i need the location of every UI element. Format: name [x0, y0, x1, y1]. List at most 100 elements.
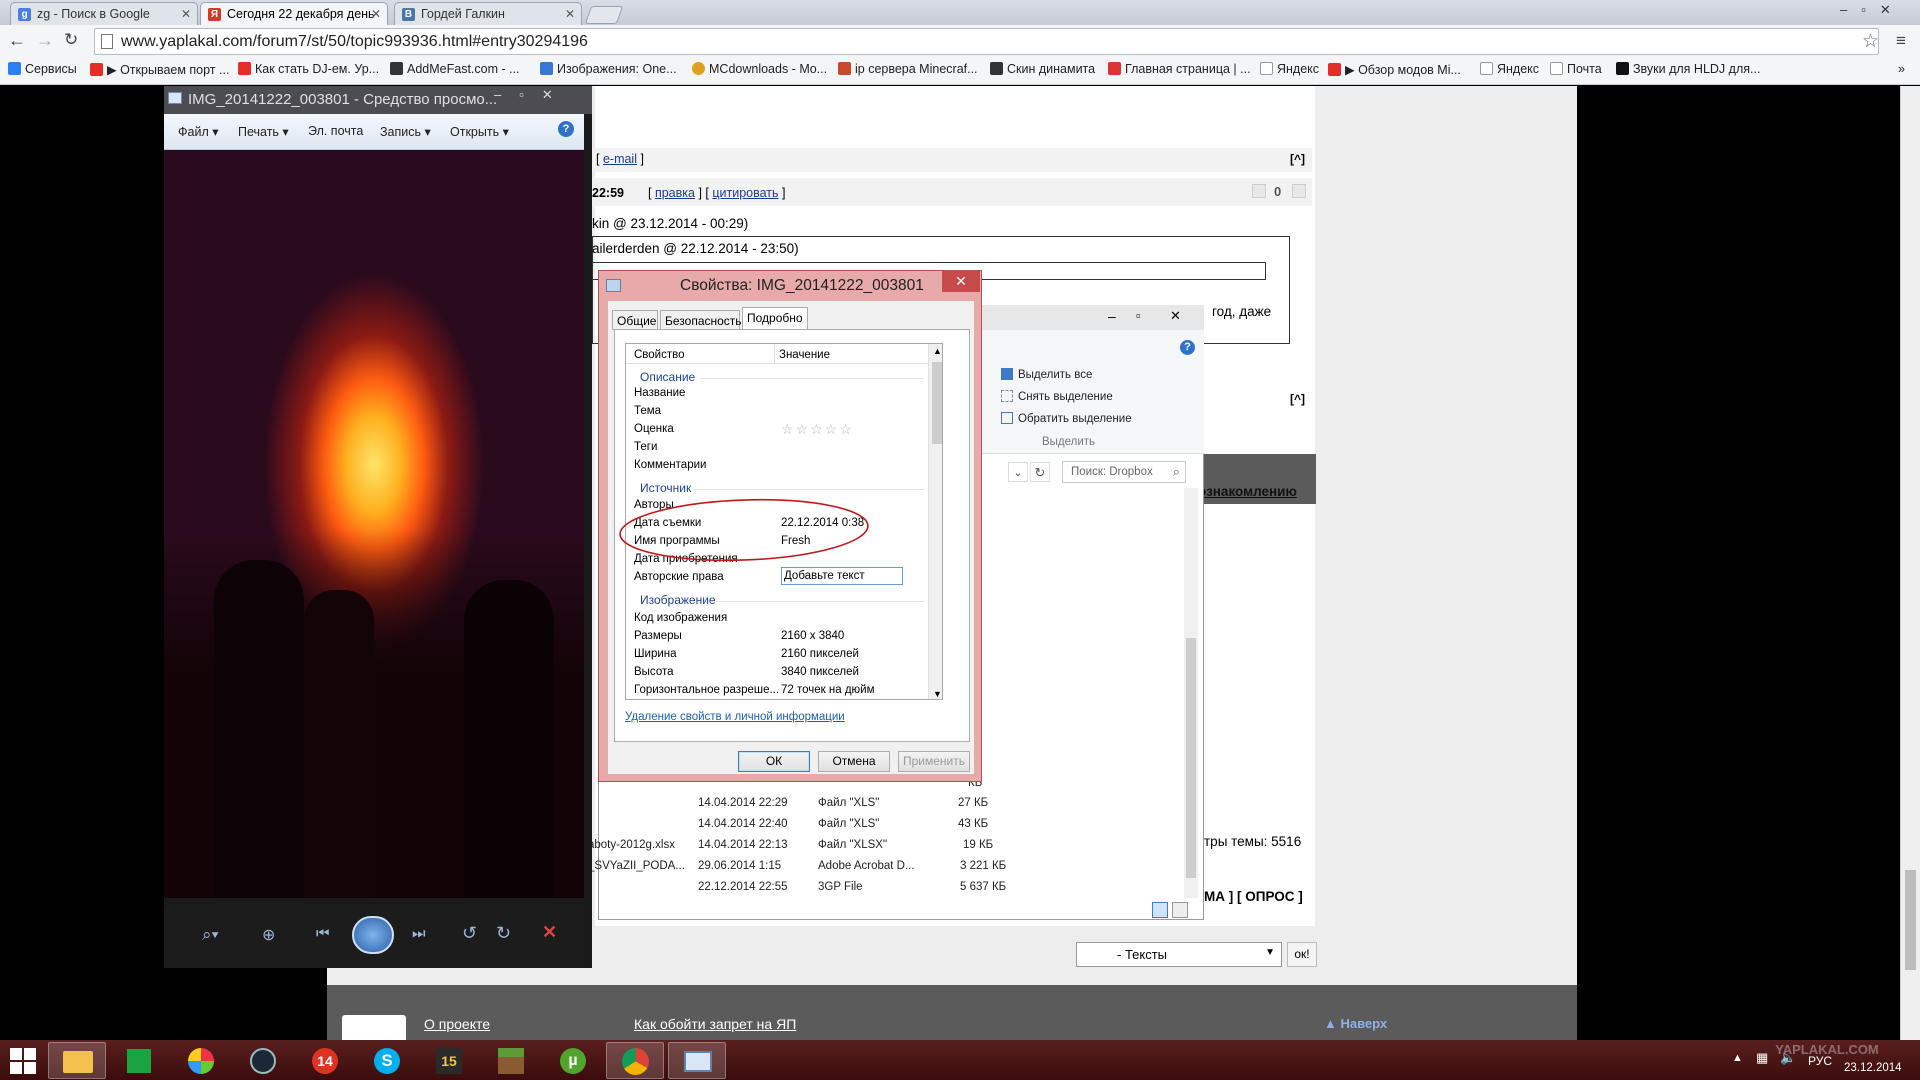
- select-all-button[interactable]: Выделить все: [1001, 368, 1092, 381]
- start-button[interactable]: [10, 1048, 36, 1074]
- viewer-window-controls[interactable]: –▫✕: [494, 87, 592, 107]
- back-icon[interactable]: ←: [8, 30, 26, 51]
- rotate-left-icon[interactable]: ↺: [462, 923, 477, 944]
- close-tab-icon[interactable]: ✕: [181, 7, 191, 21]
- rating-down-icon[interactable]: [1252, 184, 1266, 198]
- menu-burn[interactable]: Запись ▾: [380, 124, 431, 139]
- utorrent-icon[interactable]: µ: [544, 1042, 602, 1079]
- bookmark[interactable]: AddMeFast.com - ...: [390, 62, 520, 76]
- bookmark[interactable]: ▶ Открываем порт ...: [90, 62, 229, 77]
- tab-google[interactable]: g zg - Поиск в Google ✕: [10, 2, 198, 25]
- zoom-icon[interactable]: ⌕▾: [202, 925, 219, 945]
- tab-general[interactable]: Общие: [612, 310, 658, 330]
- refresh-icon[interactable]: ↻: [1030, 462, 1050, 482]
- scroll-thumb[interactable]: [1905, 870, 1916, 970]
- prop-height[interactable]: Высота: [634, 666, 674, 678]
- bookmark[interactable]: Яндекс: [1480, 62, 1539, 76]
- prop-rating[interactable]: Оценка: [634, 423, 674, 435]
- copyright-input[interactable]: Добавьте текст: [781, 567, 903, 585]
- next-icon[interactable]: ⏭: [412, 925, 426, 942]
- prop-tags[interactable]: Теги: [634, 441, 657, 453]
- prop-title[interactable]: Название: [634, 387, 685, 399]
- prop-horizontal-resolution[interactable]: Горизонтальное разреше...: [634, 684, 779, 696]
- slideshow-button[interactable]: [352, 916, 394, 954]
- scroll-up-icon[interactable]: ▲: [933, 346, 942, 356]
- app-14-icon[interactable]: 14: [296, 1042, 354, 1079]
- bookmark[interactable]: MCdownloads - Mo...: [692, 62, 827, 76]
- menu-icon[interactable]: ≡: [1896, 31, 1906, 51]
- remove-properties-link[interactable]: Удаление свойств и личной информации: [625, 711, 845, 723]
- grid-scrollbar[interactable]: ▲ ▼: [928, 344, 942, 699]
- page-scrollbar[interactable]: [1900, 86, 1920, 1040]
- bookmark[interactable]: Как стать DJ-ем. Ур...: [238, 62, 379, 76]
- prop-copyright[interactable]: Авторские права: [634, 571, 724, 583]
- file-explorer-icon[interactable]: [48, 1042, 106, 1079]
- bookmark[interactable]: Главная страница | ...: [1108, 62, 1251, 76]
- search-input[interactable]: Поиск: Dropbox ⌕: [1062, 461, 1186, 483]
- bookmark[interactable]: Изображения: One...: [540, 62, 677, 76]
- bookmark[interactable]: Яндекс: [1260, 62, 1319, 76]
- scroll-down-icon[interactable]: ▼: [933, 689, 942, 699]
- email-link[interactable]: e-mail: [603, 152, 637, 166]
- select-none-button[interactable]: Снять выделение: [1001, 390, 1113, 403]
- back-to-top-link[interactable]: ▲ Наверх: [1324, 1016, 1387, 1031]
- column-header-property[interactable]: Свойство: [634, 349, 685, 361]
- previous-icon[interactable]: ⏮: [316, 925, 330, 942]
- file-row[interactable]: 14.04.2014 22:29 Файл "XLS" 27 КБ: [598, 797, 998, 817]
- file-row[interactable]: _SVYaZII_PODA... 29.06.2014 1:15 Adobe A…: [588, 860, 1008, 880]
- dropdown-arrow-icon[interactable]: ⌄: [1008, 462, 1028, 482]
- chrome-icon[interactable]: [606, 1042, 664, 1079]
- prop-comments[interactable]: Комментарии: [634, 459, 706, 471]
- app-15-icon[interactable]: 15: [420, 1042, 478, 1079]
- bookmark-services[interactable]: Сервисы: [8, 62, 77, 76]
- file-row[interactable]: aboty-2012g.xlsx 14.04.2014 22:13 Файл "…: [588, 839, 1008, 859]
- new-tab-button[interactable]: [584, 6, 624, 24]
- close-icon[interactable]: ✕: [942, 271, 980, 292]
- tab-security[interactable]: Безопасность: [660, 310, 742, 330]
- forum-jump-select[interactable]: - Тексты ▼: [1076, 942, 1282, 967]
- fit-window-icon[interactable]: ⊕: [262, 925, 275, 945]
- menu-print[interactable]: Печать ▾: [238, 124, 289, 139]
- skype-icon[interactable]: S: [358, 1042, 416, 1079]
- file-row[interactable]: 22.12.2014 22:55 3GP File 5 637 КБ: [598, 881, 1008, 901]
- prop-dimensions[interactable]: Размеры: [634, 630, 682, 642]
- delete-icon[interactable]: ✕: [542, 922, 557, 943]
- menu-email[interactable]: Эл. почта: [308, 124, 363, 138]
- invert-selection-button[interactable]: Обратить выделение: [1001, 412, 1132, 425]
- prop-subject[interactable]: Тема: [634, 405, 661, 417]
- store-icon[interactable]: [110, 1042, 168, 1079]
- tab-vk[interactable]: B Гордей Галкин ✕: [394, 2, 582, 25]
- bookmark[interactable]: ip сервера Minecraf...: [838, 62, 978, 76]
- minecraft-icon[interactable]: [482, 1042, 540, 1079]
- close-tab-icon[interactable]: ✕: [565, 7, 575, 21]
- bookmark[interactable]: Почта: [1550, 62, 1602, 76]
- menu-file[interactable]: Файл ▾: [178, 124, 218, 139]
- windows-live-icon[interactable]: [172, 1042, 230, 1079]
- topic-buttons[interactable]: МА ] [ ОПРОС ]: [1204, 889, 1303, 904]
- file-row[interactable]: 14.04.2014 22:40 Файл "XLS" 43 КБ: [598, 818, 998, 838]
- close-icon[interactable]: ✕: [1170, 308, 1181, 324]
- edit-link[interactable]: правка: [655, 186, 695, 200]
- window-controls[interactable]: –▫✕: [1840, 2, 1918, 20]
- link-fragment[interactable]: ознакомлению: [1198, 484, 1297, 499]
- maximize-icon[interactable]: ▫: [1136, 308, 1141, 323]
- reload-icon[interactable]: ↻: [64, 30, 78, 50]
- close-tab-icon[interactable]: ✕: [371, 7, 381, 21]
- collapse-button[interactable]: [^]: [1290, 152, 1305, 166]
- apply-button[interactable]: Применить: [898, 751, 970, 772]
- ok-button[interactable]: ОК: [738, 751, 810, 772]
- cancel-button[interactable]: Отмена: [818, 751, 890, 772]
- tab-yaplakal[interactable]: Я Сегодня 22 декабря день ✕: [200, 2, 388, 25]
- rating-stars[interactable]: ☆☆☆☆☆: [781, 421, 854, 438]
- steam-icon[interactable]: [234, 1042, 292, 1079]
- more-bookmarks-icon[interactable]: »: [1898, 62, 1905, 76]
- help-icon[interactable]: ?: [558, 121, 574, 137]
- bookmark[interactable]: ▶ Обзор модов Mi...: [1328, 62, 1461, 77]
- scroll-thumb[interactable]: [932, 362, 942, 444]
- forward-icon[interactable]: →: [36, 30, 54, 51]
- column-header-value[interactable]: Значение: [779, 349, 830, 361]
- tab-details[interactable]: Подробно: [742, 307, 808, 330]
- thumbnails-view-icon[interactable]: [1172, 902, 1188, 918]
- details-view-icon[interactable]: [1152, 902, 1168, 918]
- about-link[interactable]: О проекте: [424, 1016, 490, 1032]
